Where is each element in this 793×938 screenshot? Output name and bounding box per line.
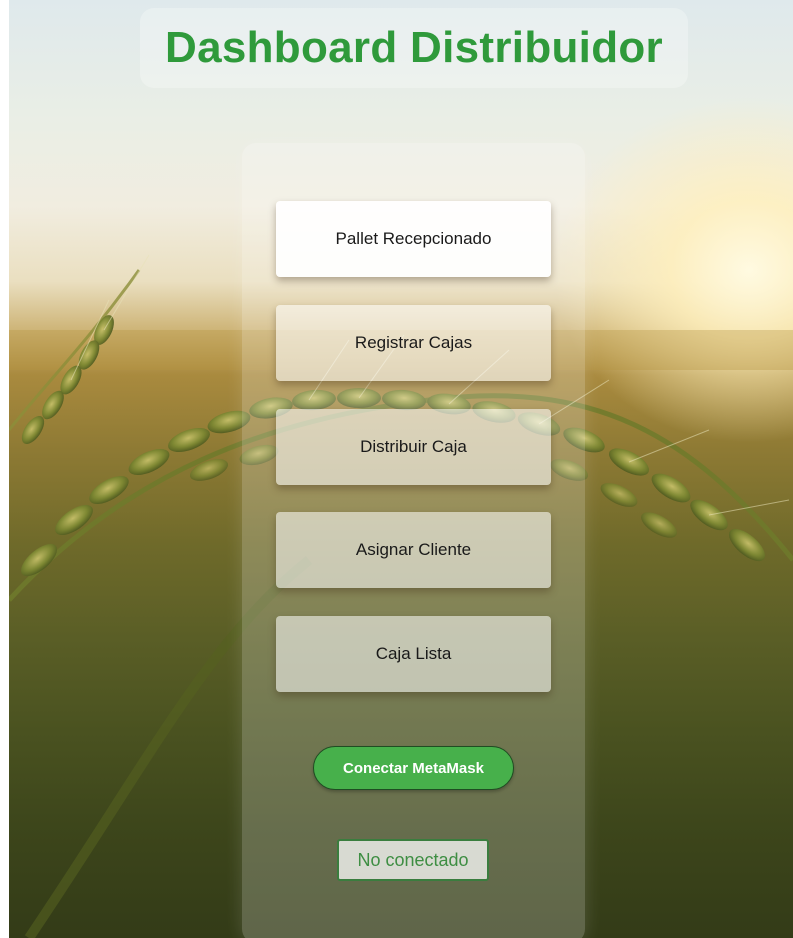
connection-status-badge: No conectado <box>337 839 489 881</box>
distribuir-caja-button[interactable]: Distribuir Caja <box>276 409 551 485</box>
asignar-cliente-button[interactable]: Asignar Cliente <box>276 512 551 588</box>
pallet-recepcionado-button[interactable]: Pallet Recepcionado <box>276 201 551 277</box>
caja-lista-button[interactable]: Caja Lista <box>276 616 551 692</box>
menu-panel: Pallet Recepcionado Registrar Cajas Dist… <box>242 143 585 938</box>
connect-metamask-button[interactable]: Conectar MetaMask <box>313 746 514 790</box>
registrar-cajas-button[interactable]: Registrar Cajas <box>276 305 551 381</box>
page-title: Dashboard Distribuidor <box>165 23 663 72</box>
title-container: Dashboard Distribuidor <box>140 8 688 88</box>
